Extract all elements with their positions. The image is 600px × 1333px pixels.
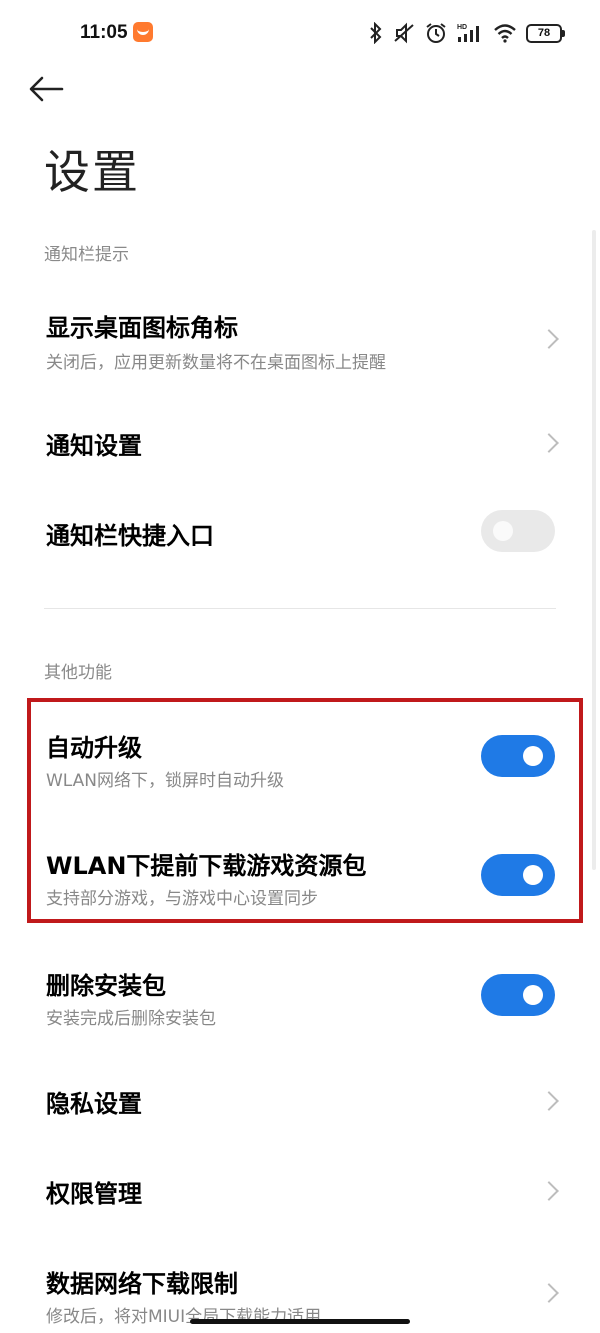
status-time: 11:05 [80, 22, 128, 43]
scrollbar[interactable] [592, 230, 596, 870]
row-data-download-limit[interactable]: 数据网络下载限制 修改后，将对MIUI全局下载能力适用 [0, 1250, 600, 1330]
row-title: 隐私设置 [46, 1090, 142, 1118]
row-subtitle: 安装完成后删除安装包 [46, 1009, 216, 1029]
app-notification-icon [133, 22, 153, 42]
toggle-knob [523, 985, 543, 1005]
section-divider [44, 608, 556, 609]
settings-page: 11:05 HD 78 设置 通知栏提示 显示桌面图标角标 关闭后，应用更新数量… [0, 0, 600, 1333]
row-desktop-badge[interactable]: 显示桌面图标角标 关闭后，应用更新数量将不在桌面图标上提醒 [0, 300, 600, 384]
notification-shortcut-toggle[interactable] [481, 510, 555, 552]
row-permission-management[interactable]: 权限管理 [0, 1160, 600, 1220]
wifi-icon [494, 24, 516, 43]
home-indicator[interactable] [190, 1319, 410, 1324]
status-bar: 11:05 HD 78 [0, 0, 600, 68]
battery-icon: 78 [526, 23, 565, 43]
chevron-right-icon [539, 433, 559, 453]
row-title: 通知设置 [46, 432, 142, 460]
row-title: 权限管理 [46, 1180, 142, 1208]
chevron-right-icon [539, 1283, 559, 1303]
row-title: 通知栏快捷入口 [46, 522, 214, 550]
row-title: 显示桌面图标角标 [46, 314, 238, 342]
row-notification-settings[interactable]: 通知设置 [0, 412, 600, 472]
row-title: 数据网络下载限制 [46, 1270, 238, 1298]
back-arrow-icon [29, 76, 64, 102]
section-header-other: 其他功能 [44, 663, 112, 683]
highlight-box [27, 698, 583, 923]
delete-package-toggle[interactable] [481, 974, 555, 1016]
chevron-right-icon [539, 1181, 559, 1201]
svg-text:HD: HD [457, 24, 467, 31]
toggle-knob [493, 521, 513, 541]
bluetooth-icon [370, 22, 382, 44]
mute-icon [394, 22, 414, 44]
alarm-icon [426, 23, 446, 43]
row-delete-package: 删除安装包 安装完成后删除安装包 [0, 960, 600, 1040]
status-icons: HD 78 [369, 20, 565, 46]
back-button[interactable] [26, 70, 70, 110]
section-header-notification: 通知栏提示 [44, 245, 129, 265]
row-privacy-settings[interactable]: 隐私设置 [0, 1070, 600, 1130]
row-subtitle: 关闭后，应用更新数量将不在桌面图标上提醒 [46, 353, 386, 373]
row-notification-shortcut: 通知栏快捷入口 [0, 500, 600, 564]
chevron-right-icon [539, 1091, 559, 1111]
chevron-right-icon [539, 329, 559, 349]
row-title: 删除安装包 [46, 972, 166, 1000]
page-title: 设置 [44, 145, 140, 199]
hd-signal-icon: HD [457, 24, 479, 42]
